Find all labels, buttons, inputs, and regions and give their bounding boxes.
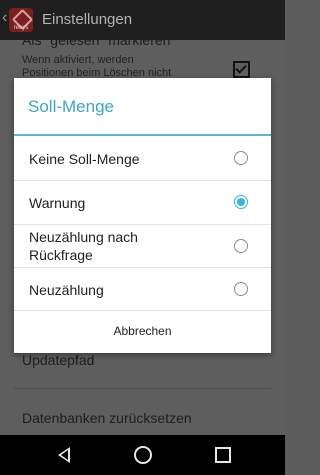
- option-keine-soll-menge[interactable]: Keine Soll-Menge: [14, 136, 271, 180]
- setting-item-updatepfad[interactable]: Updatepfad: [22, 352, 94, 368]
- soll-menge-dialog: Soll-Menge Keine Soll-Menge Warnung Neuz…: [14, 78, 271, 353]
- option-label: Neuzählung nach Rückfrage: [29, 229, 138, 263]
- option-label: Warnung: [29, 195, 86, 211]
- system-nav-bar: [0, 435, 285, 475]
- dialog-title: Soll-Menge: [28, 97, 114, 116]
- option-label: Keine Soll-Menge: [29, 151, 140, 167]
- up-chevron-icon[interactable]: ‹: [2, 9, 7, 27]
- divider: [14, 388, 271, 389]
- recents-icon[interactable]: [215, 447, 231, 463]
- home-icon[interactable]: [134, 446, 152, 464]
- radio-button[interactable]: [234, 239, 248, 253]
- option-neuzaehlung-nach-rueckfrage[interactable]: Neuzählung nach Rückfrage: [14, 225, 271, 268]
- option-neuzaehlung[interactable]: Neuzählung: [14, 268, 271, 310]
- radio-button[interactable]: [234, 151, 248, 165]
- setting-item-reset-databases[interactable]: Datenbanken zurücksetzen: [22, 410, 192, 426]
- back-icon[interactable]: [58, 447, 70, 463]
- logo-text: reeys: [13, 25, 29, 31]
- option-label: Neuzählung: [29, 282, 104, 298]
- mark-read-checkbox[interactable]: [233, 61, 250, 78]
- radio-button-selected[interactable]: [234, 195, 248, 209]
- radio-button[interactable]: [234, 282, 248, 296]
- option-warnung[interactable]: Warnung: [14, 181, 271, 224]
- cancel-button[interactable]: Abbrechen: [14, 310, 271, 353]
- setting-summary-line-1: Wenn aktiviert, werden: [22, 54, 134, 66]
- app-logo[interactable]: reeys: [9, 8, 34, 32]
- setting-title-mark-read: Als "gelesen" markieren: [22, 32, 171, 48]
- page-title: Einstellungen: [42, 11, 133, 28]
